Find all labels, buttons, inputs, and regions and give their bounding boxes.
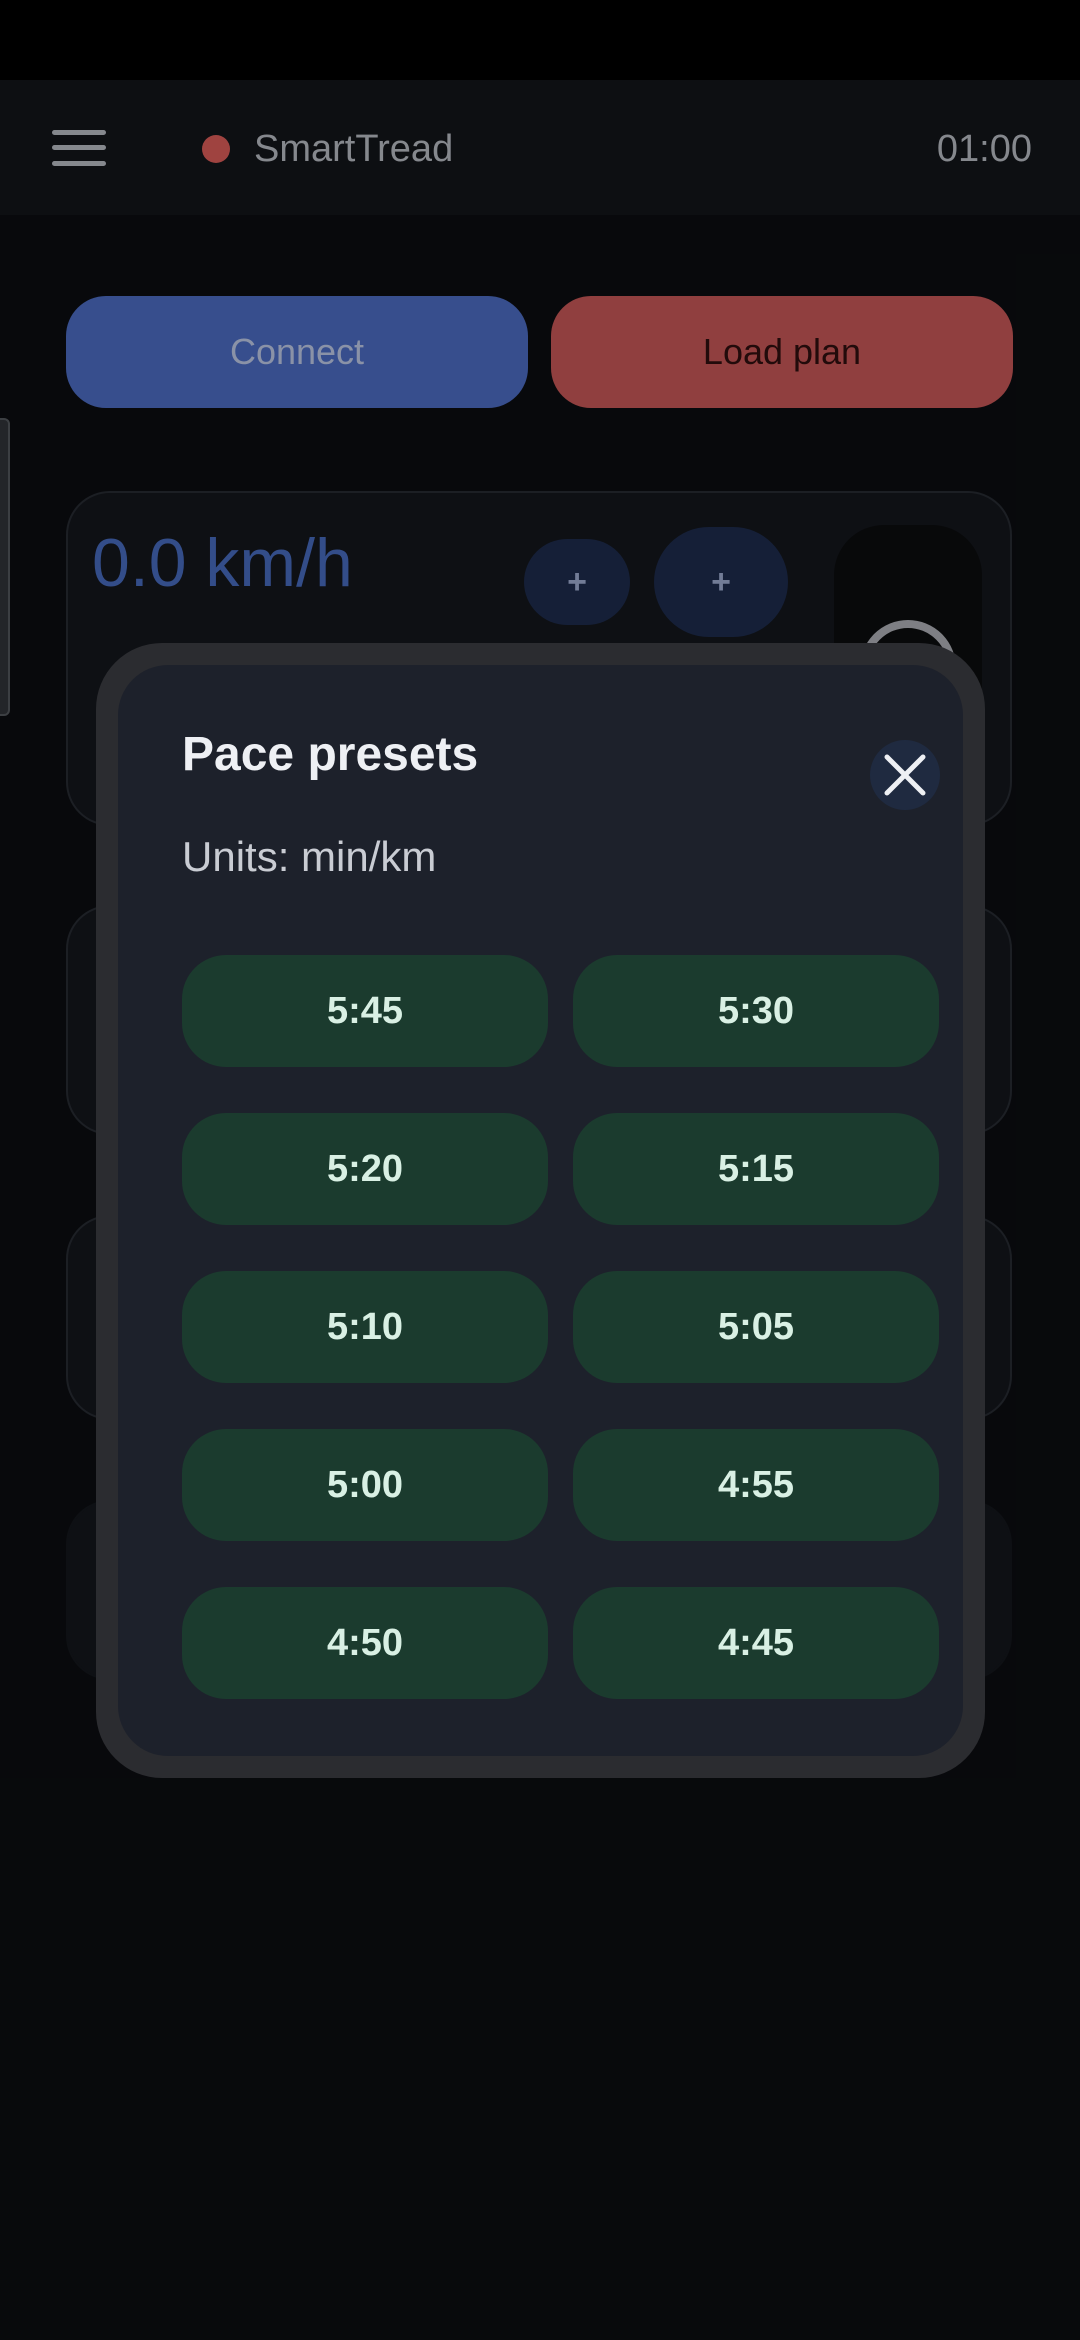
close-icon [884, 754, 926, 796]
units-label: Units: min/km [182, 833, 437, 880]
preset-button[interactable]: 5:20 [182, 1113, 548, 1225]
preset-button[interactable]: 4:45 [573, 1587, 939, 1699]
preset-button[interactable]: 4:50 [182, 1587, 548, 1699]
dialog-body: Pace presets Units: min/km 5:45 5:30 5:2… [118, 665, 963, 1756]
close-button[interactable] [870, 740, 940, 810]
preset-button[interactable]: 5:45 [182, 955, 548, 1067]
preset-button[interactable]: 5:00 [182, 1429, 548, 1541]
preset-button[interactable]: 5:10 [182, 1271, 548, 1383]
preset-button[interactable]: 5:05 [573, 1271, 939, 1383]
preset-button[interactable]: 5:30 [573, 955, 939, 1067]
preset-button[interactable]: 5:15 [573, 1113, 939, 1225]
preset-button[interactable]: 4:55 [573, 1429, 939, 1541]
dialog-title: Pace presets [182, 728, 479, 781]
pace-presets-dialog: Pace presets Units: min/km 5:45 5:30 5:2… [96, 643, 985, 1778]
